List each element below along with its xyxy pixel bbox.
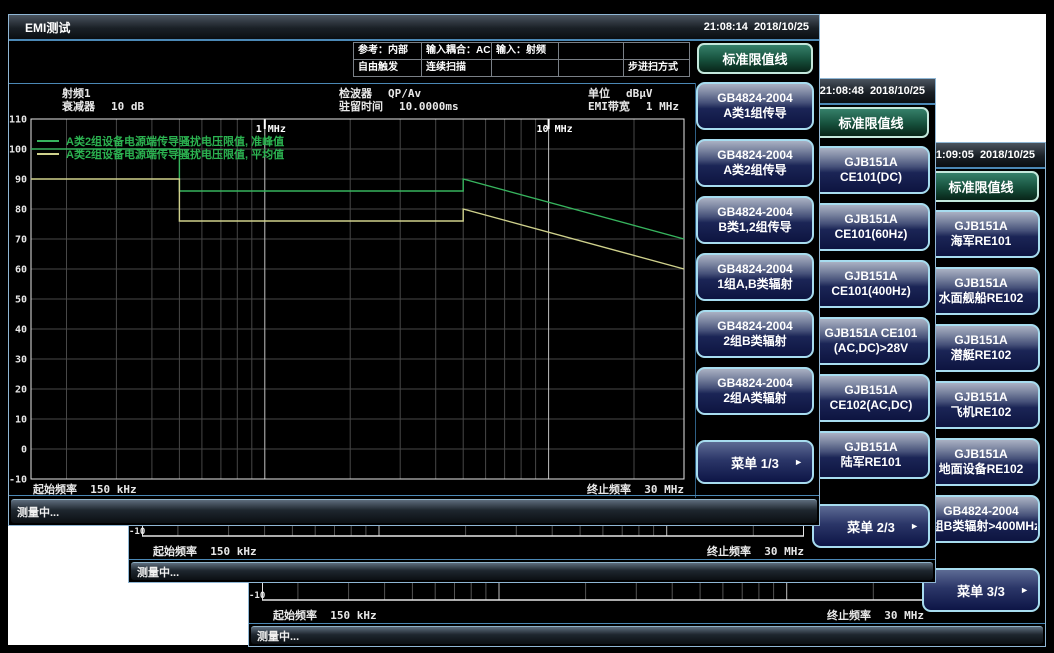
svg-text:10: 10 xyxy=(15,415,27,426)
status-bar: 测量中... xyxy=(251,626,1043,644)
svg-text:20: 20 xyxy=(15,385,27,396)
trace-name: 射频1 xyxy=(62,87,91,100)
softkey-gjb151a-aircraft-re102[interactable]: GJB151A飞机RE102 xyxy=(922,381,1040,429)
clock-timestamp: 21:08:48 2018/10/25 xyxy=(820,85,925,97)
menu-page-button[interactable]: 菜单 2/3 ► xyxy=(812,504,930,548)
stop-frequency: 终止频率 30 MHz xyxy=(827,607,924,623)
svg-text:90: 90 xyxy=(15,175,27,186)
svg-text:40: 40 xyxy=(15,325,27,336)
menu-header-limit-lines: 标准限值线 xyxy=(923,171,1039,202)
softkey-gb4824-classa-group2-conducted[interactable]: GB4824-2004A类2组传导 xyxy=(696,139,814,187)
average-line-swatch xyxy=(37,153,59,155)
divider xyxy=(249,623,1045,624)
start-frequency: 起始频率 150 kHz xyxy=(273,607,377,623)
softkey-gjb151a-navy-re101[interactable]: GJB151A海军RE101 xyxy=(922,210,1040,258)
legend-label: A类2组设备电源端传导骚扰电压限值, 平均值 xyxy=(66,146,284,162)
svg-text:30: 30 xyxy=(15,355,27,366)
title-bar: EMI测试 21:08:14 2018/10/25 xyxy=(9,15,819,41)
divider xyxy=(9,83,695,84)
param-step-sweep-mode: 步进扫方式 xyxy=(624,60,690,77)
measurement-parameter-table: 参考：内部 输入耦合：AC 输入：射频 自由触发 连续扫描 步进扫方式 xyxy=(353,42,690,77)
menu-arrow-icon: ► xyxy=(1020,585,1029,595)
attenuator-value: 10 dB xyxy=(111,100,144,113)
emi-limit-chart: 1101009080706050403020100-101 MHz10 MHz xyxy=(9,113,695,485)
stop-frequency: 终止频率 30 MHz xyxy=(707,543,804,559)
menu-header-limit-lines: 标准限值线 xyxy=(697,43,813,74)
softkey-gjb151a-ce102-acdc[interactable]: GJB151ACE102(AC,DC) xyxy=(812,374,930,422)
softkey-gjb151a-ce101-dc[interactable]: GJB151ACE101(DC) xyxy=(812,146,930,194)
detector-value: QP/Av xyxy=(388,87,421,100)
start-frequency: 起始频率 150 kHz xyxy=(153,543,257,559)
legend-average: A类2组设备电源端传导骚扰电压限值, 平均值 xyxy=(37,147,284,160)
svg-text:60: 60 xyxy=(15,265,27,276)
svg-text:-10: -10 xyxy=(9,475,27,486)
status-bar: 测量中... xyxy=(131,562,933,580)
frequency-range-row: 起始频率 150 kHz 终止频率 30 MHz xyxy=(273,607,924,623)
svg-text:0: 0 xyxy=(21,445,27,456)
status-text: 测量中... xyxy=(17,504,59,520)
param-trigger: 自由触发 xyxy=(354,60,422,77)
param-reference: 参考：内部 xyxy=(354,43,422,60)
dwell-time-label: 驻留时间 xyxy=(339,100,383,113)
softkey-gb4824-group1-classab-radiated[interactable]: GB4824-20041组A,B类辐射 xyxy=(696,253,814,301)
unit-value: dBμV xyxy=(626,87,653,100)
detector-readout: 检波器 QP/Av 驻留时间 10.0000ms xyxy=(339,87,459,113)
softkey-gjb151a-army-re101[interactable]: GJB151A陆军RE101 xyxy=(812,431,930,479)
emi-bandwidth-label: EMI带宽 xyxy=(588,100,630,113)
param-input: 输入：射频 xyxy=(492,43,559,60)
status-bar: 测量中... xyxy=(11,499,817,523)
clock-timestamp: 21:08:14 2018/10/25 xyxy=(704,21,809,33)
svg-text:50: 50 xyxy=(15,295,27,306)
emi-bandwidth-value: 1 MHz xyxy=(646,100,679,113)
softkey-gb4824-classb-group12-conducted[interactable]: GB4824-2004B类1,2组传导 xyxy=(696,196,814,244)
softkey-gb4824-group2-classb-radiated[interactable]: GB4824-20042组B类辐射 xyxy=(696,310,814,358)
softkey-menu: 标准限值线 GJB151ACE101(DC) GJB151ACE101(60Hz… xyxy=(809,107,933,548)
y-axis-min-label: -10 xyxy=(129,527,140,537)
param-input-coupling: 输入耦合：AC xyxy=(422,43,492,60)
svg-text:70: 70 xyxy=(15,235,27,246)
softkey-menu: 标准限值线 GB4824-2004A类1组传导 GB4824-2004A类2组传… xyxy=(693,43,817,484)
svg-text:80: 80 xyxy=(15,205,27,216)
y-axis-min-label: -10 xyxy=(249,591,260,601)
emi-window-1: EMI测试 21:08:14 2018/10/25 参考：内部 输入耦合：AC … xyxy=(8,14,820,526)
chart-legend: A类2组设备电源端传导骚扰电压限值, 准峰值 A类2组设备电源端传导骚扰电压限值… xyxy=(37,134,284,160)
menu-arrow-icon: ► xyxy=(794,457,803,467)
menu-page-button[interactable]: 菜单 3/3 ► xyxy=(922,568,1040,612)
unit-readout: 单位 dBμV EMI带宽 1 MHz xyxy=(588,87,679,113)
softkey-gb4824-classa-group1-conducted[interactable]: GB4824-2004A类1组传导 xyxy=(696,82,814,130)
softkey-gjb151a-ce101-400hz[interactable]: GJB151ACE101(400Hz) xyxy=(812,260,930,308)
unit-label: 单位 xyxy=(588,87,610,100)
svg-text:110: 110 xyxy=(9,115,27,126)
softkey-gb4824-group2-classa-radiated[interactable]: GB4824-20042组A类辐射 xyxy=(696,367,814,415)
menu-page-button[interactable]: 菜单 1/3 ► xyxy=(696,440,814,484)
softkey-gjb151a-surface-ship-re102[interactable]: GJB151A水面舰船RE102 xyxy=(922,267,1040,315)
divider xyxy=(129,559,935,560)
dwell-time-value: 10.0000ms xyxy=(399,100,459,113)
divider xyxy=(9,495,819,496)
svg-text:100: 100 xyxy=(9,145,27,156)
svg-text:10 MHz: 10 MHz xyxy=(537,124,573,135)
quasi-peak-line-swatch xyxy=(37,140,59,142)
param-sweep: 连续扫描 xyxy=(422,60,492,77)
status-text: 测量中... xyxy=(257,628,299,644)
clock-timestamp: 21:09:05 2018/10/25 xyxy=(930,149,1035,161)
attenuator-label: 衰减器 xyxy=(62,100,95,113)
softkey-gjb151a-submarine-re102[interactable]: GJB151A潜艇RE102 xyxy=(922,324,1040,372)
menu-header-limit-lines: 标准限值线 xyxy=(813,107,929,138)
status-text: 测量中... xyxy=(137,564,179,580)
window-title: EMI测试 xyxy=(25,19,70,36)
detector-label: 检波器 xyxy=(339,87,372,100)
softkey-gjb151a-ce101-60hz[interactable]: GJB151ACE101(60Hz) xyxy=(812,203,930,251)
softkey-gjb151a-ground-equipment-re102[interactable]: GJB151A地面设备RE102 xyxy=(922,438,1040,486)
trace-readout: 射频1 衰减器 10 dB xyxy=(62,87,144,113)
softkey-gb4824-group2-classb-radiated-400mhz[interactable]: GB4824-20042组B类辐射>400MHz xyxy=(922,495,1040,543)
softkey-gjb151a-ce101-acdc-28v[interactable]: GJB151A CE101(AC,DC)>28V xyxy=(812,317,930,365)
menu-arrow-icon: ► xyxy=(910,521,919,531)
frequency-range-row: 起始频率 150 kHz 终止频率 30 MHz xyxy=(153,543,804,559)
softkey-menu: 标准限值线 GJB151A海军RE101 GJB151A水面舰船RE102 GJ… xyxy=(919,171,1043,612)
